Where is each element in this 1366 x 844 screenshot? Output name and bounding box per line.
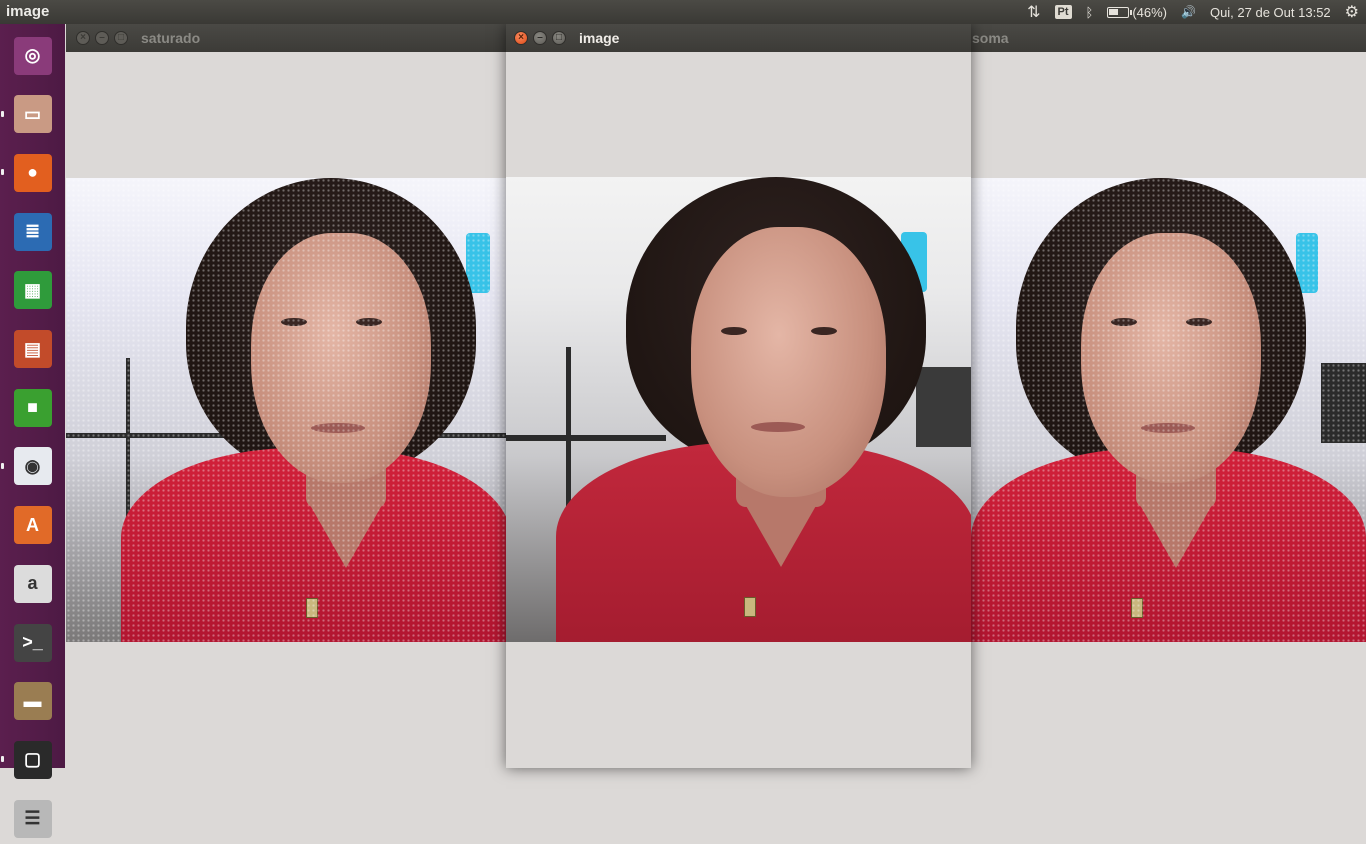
keyboard-layout-label: Pt: [1054, 5, 1072, 19]
colored-squares-icon: ■: [13, 388, 52, 427]
maximize-button[interactable]: □: [552, 31, 566, 45]
launcher-app-squares[interactable]: ■: [7, 382, 58, 433]
saturation-noise: [66, 178, 506, 642]
titlebar-saturado[interactable]: × – □ saturado: [66, 24, 506, 52]
document-icon: ≣: [13, 212, 52, 251]
running-indicator: [1, 462, 4, 469]
running-indicator: [1, 756, 4, 763]
terminal-icon: >_: [13, 623, 52, 662]
window-title: saturado: [141, 30, 201, 46]
titlebar-soma[interactable]: soma: [966, 24, 1366, 52]
launcher-writer[interactable]: ≣: [7, 206, 58, 257]
amazon-icon: a: [13, 564, 52, 603]
app-title: image: [6, 3, 50, 20]
launcher-software-center[interactable]: A: [7, 500, 58, 551]
mouth: [751, 422, 805, 432]
running-indicator: [1, 110, 4, 117]
window-stack-icon: ☰: [13, 799, 52, 838]
top-panel: image ⇅ Pt ᛒ (46%) 🔊 Qui, 27 de Out 13:5…: [0, 0, 1366, 24]
face: [691, 227, 886, 497]
metal-frame: [506, 435, 666, 441]
window-saturado[interactable]: × – □ saturado: [66, 24, 506, 768]
launcher-amazon[interactable]: a: [7, 558, 58, 609]
battery-indicator[interactable]: (46%): [1100, 0, 1174, 24]
pendant: [744, 597, 756, 617]
battery-icon: [1107, 6, 1133, 18]
ubuntu-logo-icon: ◎: [13, 36, 52, 75]
launcher-impress[interactable]: ▤: [7, 324, 58, 375]
launcher-window-1[interactable]: ▢: [7, 734, 58, 785]
minimize-button[interactable]: –: [533, 31, 547, 45]
shirt-collar: [741, 497, 821, 567]
presentation-icon: ▤: [13, 330, 52, 368]
shopping-bag-icon: A: [13, 506, 52, 545]
maximize-button[interactable]: □: [114, 31, 128, 45]
keyboard-layout-indicator[interactable]: Pt: [1048, 0, 1079, 24]
launcher-firefox[interactable]: ●: [7, 147, 58, 198]
launcher-calc[interactable]: ▦: [7, 265, 58, 316]
minimize-button[interactable]: –: [95, 31, 109, 45]
close-button[interactable]: ×: [76, 31, 90, 45]
launcher-chrome[interactable]: ◉: [7, 441, 58, 492]
launcher-files[interactable]: ▭: [7, 89, 58, 140]
file-cabinet-icon: ▭: [13, 95, 52, 134]
network-icon[interactable]: ⇅: [1020, 0, 1047, 24]
volume-icon[interactable]: 🔊: [1174, 0, 1203, 24]
window-title: image: [579, 30, 620, 46]
close-button[interactable]: ×: [514, 31, 528, 45]
firefox-icon: ●: [13, 153, 52, 192]
titlebar-image[interactable]: × – □ image: [506, 24, 971, 52]
battery-fill: [1109, 8, 1118, 15]
battery-percent: (46%): [1132, 4, 1167, 20]
indicator-area: ⇅ Pt ᛒ (46%) 🔊 Qui, 27 de Out 13:52 ⚙: [1020, 0, 1366, 24]
window-title: soma: [972, 30, 1009, 46]
launcher-window-stack[interactable]: ☰: [7, 793, 58, 844]
launcher-ubuntu-dash[interactable]: ◎: [7, 30, 58, 81]
settings-icon[interactable]: ⚙: [1338, 0, 1366, 24]
launcher-terminal[interactable]: >_: [7, 617, 58, 668]
window-soma[interactable]: soma: [966, 24, 1366, 768]
scanner-icon: ▬: [13, 682, 52, 721]
running-indicator: [1, 169, 4, 176]
left-eye: [721, 327, 747, 335]
window-icon: ▢: [13, 740, 52, 779]
sum-noise: [966, 178, 1366, 642]
window-image[interactable]: × – □ image: [506, 24, 971, 768]
dark-box: [916, 367, 971, 447]
chrome-icon: ◉: [13, 447, 52, 486]
launcher: ◎ ▭ ● ≣ ▦ ▤ ■ ◉ Aa >_ ▬ ▢ ☰: [0, 24, 65, 838]
soma-photo: [966, 178, 1366, 642]
bluetooth-icon[interactable]: ᛒ: [1079, 0, 1101, 24]
clock[interactable]: Qui, 27 de Out 13:52: [1203, 0, 1338, 24]
right-eye: [811, 327, 837, 335]
spreadsheet-icon: ▦: [13, 271, 52, 310]
saturated-photo: [66, 178, 506, 642]
launcher-scanner[interactable]: ▬: [7, 676, 58, 727]
original-photo: [506, 177, 971, 642]
